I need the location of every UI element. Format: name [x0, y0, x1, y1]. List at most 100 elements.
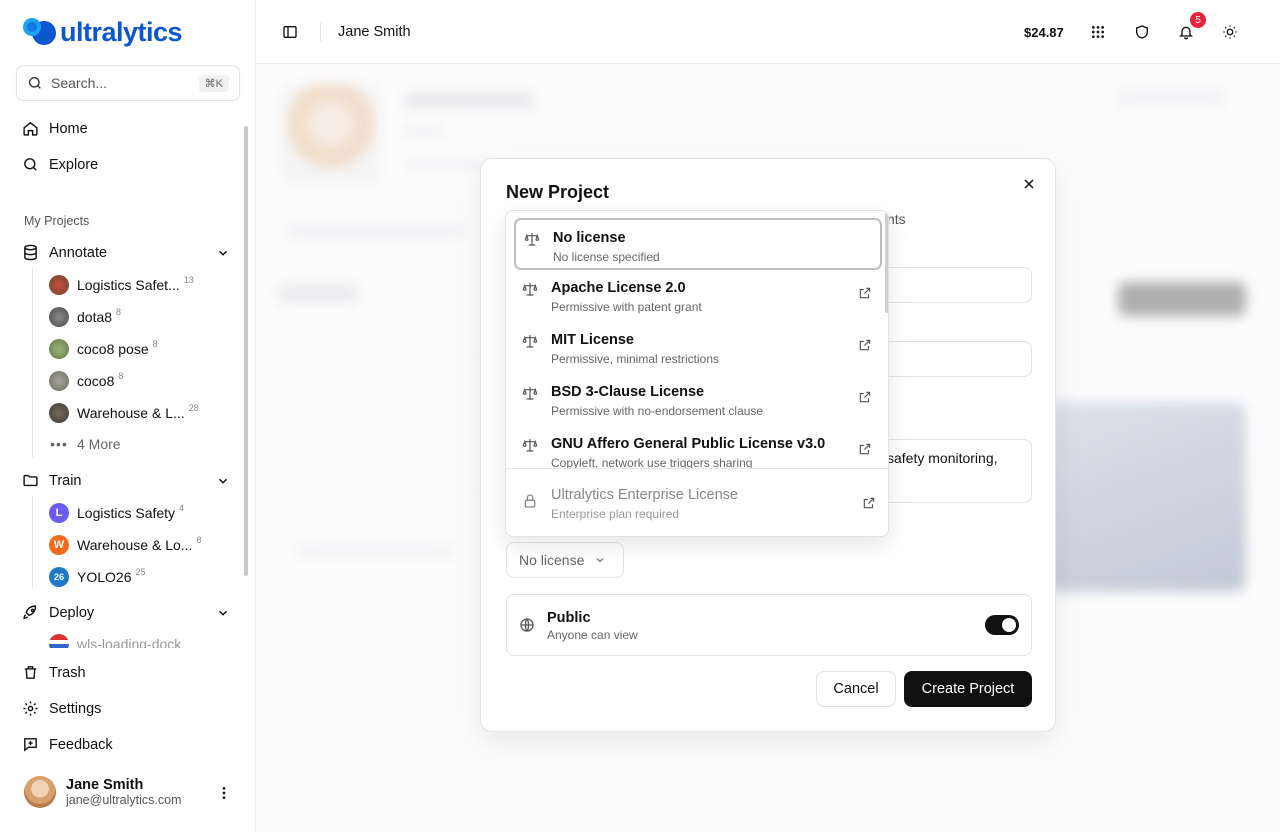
- trash-icon: [24, 666, 37, 679]
- more-label: 4 More: [77, 436, 121, 452]
- project-name: coco8: [77, 373, 115, 389]
- project-count: 13: [183, 275, 194, 285]
- license-option-apache[interactable]: Apache License 2.0 Permissive with paten…: [514, 270, 882, 322]
- shield-icon[interactable]: [1134, 24, 1150, 40]
- nav-feedback[interactable]: Feedback: [22, 736, 113, 753]
- license-option-none[interactable]: No license No license specified: [514, 218, 882, 270]
- scale-icon: [522, 335, 538, 348]
- nav-home[interactable]: Home: [22, 120, 88, 137]
- deploy-item[interactable]: wls-loading-dock: [49, 634, 181, 648]
- license-dropdown: No license No license specified Apache L…: [505, 210, 889, 537]
- scale-icon: [524, 233, 540, 246]
- user-email: jane@ultralytics.com: [66, 793, 182, 807]
- project-name: wls-loading-dock: [77, 636, 182, 648]
- my-projects-label: My Projects: [24, 214, 90, 228]
- create-project-button[interactable]: Create Project: [904, 671, 1032, 707]
- apps-grid-icon[interactable]: [1090, 24, 1106, 40]
- search-icon: [24, 158, 37, 171]
- project-thumbnail: [49, 275, 69, 295]
- nav-explore[interactable]: Explore: [22, 156, 98, 173]
- nav-home-label: Home: [49, 120, 88, 137]
- project-thumbnail: [49, 371, 69, 391]
- public-toggle[interactable]: [985, 615, 1019, 635]
- option-subtitle: Copyleft, network use triggers sharing: [551, 456, 753, 468]
- sidebar-toggle-icon[interactable]: [282, 24, 298, 40]
- option-title: BSD 3-Clause License: [551, 384, 705, 400]
- bell-icon[interactable]: [1178, 24, 1194, 40]
- annotate-item[interactable]: dota8 8: [49, 307, 121, 327]
- deploy-group-toggle[interactable]: Deploy: [22, 604, 234, 621]
- sun-icon[interactable]: [1222, 24, 1238, 40]
- project-name: Warehouse & Lo...: [77, 537, 193, 553]
- option-title: Apache License 2.0: [551, 280, 686, 296]
- flag-icon: [49, 634, 69, 648]
- home-icon: [23, 121, 38, 136]
- credit-balance[interactable]: $24.87: [1024, 25, 1064, 40]
- license-options-list: No license No license specified Apache L…: [506, 211, 888, 468]
- divider: [506, 468, 888, 469]
- option-subtitle: No license specified: [553, 250, 660, 264]
- user-menu[interactable]: Jane Smith jane@ultralytics.com: [24, 776, 182, 808]
- train-item[interactable]: 26 YOLO26 25: [49, 567, 146, 587]
- license-option-mit[interactable]: MIT License Permissive, minimal restrict…: [514, 322, 882, 374]
- project-letter-badge: W: [49, 535, 69, 555]
- external-link-icon[interactable]: [862, 496, 876, 510]
- close-icon[interactable]: [1021, 176, 1037, 192]
- option-title: GNU Affero General Public License v3.0: [551, 436, 826, 452]
- cancel-button[interactable]: Cancel: [816, 671, 896, 707]
- search-input[interactable]: Search... ⌘K: [16, 65, 240, 101]
- more-vertical-icon[interactable]: [216, 785, 232, 801]
- external-link-icon[interactable]: [858, 286, 872, 300]
- tree-line: [32, 268, 33, 458]
- notification-badge: 5: [1190, 12, 1206, 28]
- project-letter-badge: L: [49, 503, 69, 523]
- train-group-toggle[interactable]: Train: [22, 472, 234, 489]
- nav-trash[interactable]: Trash: [22, 664, 86, 681]
- project-thumbnail: [49, 307, 69, 327]
- train-item[interactable]: W Warehouse & Lo... 8: [49, 535, 201, 555]
- project-count: 4: [179, 503, 185, 513]
- license-option-bsd[interactable]: BSD 3-Clause License Permissive with no-…: [514, 374, 882, 426]
- public-subtitle: Anyone can view: [547, 628, 638, 642]
- project-name: Logistics Safet...: [77, 277, 180, 293]
- project-count: 25: [135, 567, 146, 577]
- folder-icon: [23, 474, 38, 487]
- annotate-more-button[interactable]: ••• 4 More: [49, 436, 121, 452]
- external-link-icon[interactable]: [858, 338, 872, 352]
- deploy-items-clip: wls-loading-dock: [20, 630, 236, 648]
- annotate-item[interactable]: coco8 8: [49, 371, 123, 391]
- option-subtitle: Permissive, minimal restrictions: [551, 352, 720, 366]
- dropdown-scrollbar[interactable]: [885, 213, 888, 313]
- option-title: No license: [553, 230, 626, 246]
- annotate-item[interactable]: Logistics Safet... 13: [49, 275, 194, 295]
- external-link-icon[interactable]: [858, 442, 872, 456]
- sidebar-scrollbar[interactable]: [244, 126, 248, 576]
- scale-icon: [522, 439, 538, 452]
- project-count: 28: [188, 403, 199, 413]
- annotate-item[interactable]: Warehouse & L... 28: [49, 403, 199, 423]
- ultralytics-logo-icon: [22, 16, 56, 48]
- project-count: 8: [196, 535, 202, 545]
- license-option-enterprise: Ultralytics Enterprise License Enterpris…: [514, 477, 882, 529]
- tree-line: [32, 496, 33, 588]
- license-select[interactable]: No license: [506, 542, 624, 578]
- visibility-setting: Public Anyone can view: [506, 594, 1032, 656]
- dialog-title: New Project: [506, 182, 610, 202]
- project-name: Warehouse & L...: [77, 405, 185, 421]
- nav-settings[interactable]: Settings: [22, 700, 101, 717]
- annotate-group-toggle[interactable]: Annotate: [22, 244, 234, 261]
- option-subtitle: Enterprise plan required: [551, 507, 680, 521]
- project-count: 8: [116, 307, 122, 317]
- project-count: 8: [152, 339, 158, 349]
- brand-logo[interactable]: ultralytics: [22, 16, 183, 48]
- train-item[interactable]: L Logistics Safety 4: [49, 503, 184, 523]
- license-option-agpl[interactable]: GNU Affero General Public License v3.0 C…: [514, 426, 882, 468]
- project-thumbnail: [49, 339, 69, 359]
- scale-icon: [522, 283, 538, 296]
- avatar: [24, 776, 56, 808]
- gear-icon: [23, 701, 38, 716]
- annotate-item[interactable]: coco8 pose 8: [49, 339, 158, 359]
- chevron-down-icon: [596, 558, 604, 563]
- external-link-icon[interactable]: [858, 390, 872, 404]
- top-bar: Jane Smith $24.87 5: [256, 0, 1280, 64]
